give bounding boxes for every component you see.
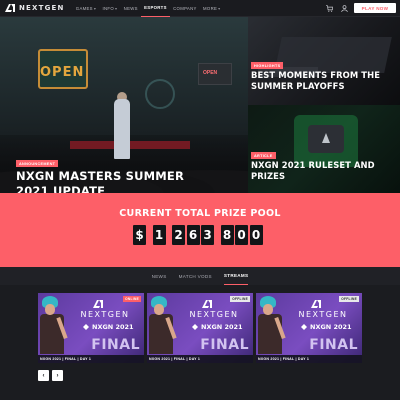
nav-company[interactable]: COMPANY	[170, 0, 200, 17]
nav-company-label: COMPANY	[173, 5, 197, 11]
announcement-tag: ANNOUNCEMENT	[16, 160, 59, 167]
nextgen-logo-icon	[311, 300, 321, 308]
hero-side-article-2[interactable]: ARTICLE NXGN 2021 RULESET AND PRIZES	[248, 105, 400, 193]
top-nav: NEXTGEN GAMES ▾ INFO ▾ NEWS ESPORTS COMPAN…	[0, 0, 400, 17]
tab-match-vods[interactable]: MATCH VODS	[179, 267, 212, 285]
article-tag: ARTICLE	[251, 152, 276, 159]
chevron-down-icon: ▾	[93, 5, 97, 11]
tab-news[interactable]: NEWS	[152, 267, 167, 285]
prize-digit: 0	[235, 225, 248, 245]
status-badge: OFFLINE	[339, 296, 359, 302]
logo-wordmark[interactable]: NEXTGEN	[19, 4, 65, 12]
character-face	[154, 304, 164, 315]
stream-brand: NEXTGEN	[189, 310, 239, 319]
nextgen-logo-icon[interactable]	[5, 4, 15, 12]
hero-main-article[interactable]: OPEN OPEN ANNOUNCEMENT NXGN MASTERS SUMM…	[0, 17, 248, 193]
prize-pool-section: CURRENT TOTAL PRIZE POOL $ 1 2 6 3 8 0 0	[0, 193, 400, 267]
play-now-button[interactable]: PLAY NOW	[354, 3, 396, 13]
stream-card[interactable]: NEXTGEN NXGN 2021 FINAL ONLINE NXGN 2021…	[38, 293, 144, 363]
prize-digit: $	[133, 225, 146, 245]
stream-final-label: FINAL	[309, 337, 358, 353]
chevron-left-icon[interactable]: ‹	[38, 370, 49, 381]
nav-actions: PLAY NOW	[324, 3, 400, 13]
nav-info[interactable]: INFO ▾	[99, 0, 120, 17]
stream-final-label: FINAL	[91, 337, 140, 353]
character-face	[45, 304, 55, 315]
chevron-down-icon: ▾	[114, 5, 118, 11]
hero-main-title[interactable]: NXGN MASTERS SUMMER 2021 UPDATE	[16, 169, 216, 193]
stream-cards: NEXTGEN NXGN 2021 FINAL ONLINE NXGN 2021…	[38, 293, 365, 363]
nextgen-logo-icon	[202, 300, 212, 308]
diamond-icon	[192, 324, 198, 330]
stage-screen-text: OPEN	[203, 70, 218, 76]
nav-news[interactable]: NEWS	[120, 0, 140, 17]
prize-digit: 0	[249, 225, 263, 245]
prize-digit: 1	[152, 225, 166, 245]
stage-ring	[145, 79, 175, 109]
character-face	[263, 304, 273, 315]
prize-pool-counter: $ 1 2 6 3 8 0 0	[133, 225, 264, 245]
nav-games-label: GAMES	[75, 5, 93, 11]
stream-caption: NXGN 2021 | FINAL | DAY 1	[256, 355, 362, 363]
stream-final-label: FINAL	[200, 337, 249, 353]
nextgen-logo-icon	[93, 300, 103, 308]
nav-esports[interactable]: ESPORTS	[140, 0, 170, 17]
prize-digit: 2	[172, 225, 185, 245]
status-badge: OFFLINE	[230, 296, 250, 302]
cart-icon[interactable]	[324, 3, 334, 13]
nav-more[interactable]: MORE ▾	[200, 0, 224, 17]
nav-links: GAMES ▾ INFO ▾ NEWS ESPORTS COMPANY MORE ▾	[73, 0, 224, 17]
diamond-icon	[83, 324, 89, 330]
prize-pool-title: CURRENT TOTAL PRIZE POOL	[119, 208, 281, 219]
prize-digit: 3	[201, 225, 214, 245]
chevron-right-icon[interactable]: ›	[52, 370, 63, 381]
stream-event: NXGN 2021	[192, 323, 243, 331]
presenter-figure	[114, 99, 130, 159]
stream-event-label: NXGN 2021	[92, 323, 134, 331]
stream-brand: NEXTGEN	[80, 310, 130, 319]
stream-caption: NXGN 2021 | FINAL | DAY 1	[38, 355, 144, 363]
stage-led-strip	[70, 141, 190, 149]
stream-brand: NEXTGEN	[298, 310, 348, 319]
status-badge: ONLINE	[123, 296, 141, 302]
nav-more-label: MORE	[203, 5, 218, 11]
nav-esports-label: ESPORTS	[144, 5, 167, 10]
diamond-icon	[301, 324, 307, 330]
prize-digit: 8	[220, 225, 234, 245]
stream-event-label: NXGN 2021	[310, 323, 352, 331]
user-icon[interactable]	[339, 3, 349, 13]
stream-caption: NXGN 2021 | FINAL | DAY 1	[147, 355, 253, 363]
tab-streams[interactable]: STREAMS	[223, 267, 249, 285]
stream-card[interactable]: NEXTGEN NXGN 2021 FINAL OFFLINE NXGN 202…	[147, 293, 253, 363]
content-tabs: NEWS MATCH VODS STREAMS	[0, 267, 400, 285]
hero-side-title-1[interactable]: BEST MOMENTS FROM THE SUMMER PLAYOFFS	[251, 70, 399, 92]
nav-games[interactable]: GAMES ▾	[73, 0, 100, 17]
chevron-down-icon: ▾	[218, 5, 221, 11]
stream-event: NXGN 2021	[301, 323, 352, 331]
nav-info-label: INFO	[102, 5, 114, 11]
hero-side-article-1[interactable]: HIGHLIGHTS BEST MOMENTS FROM THE SUMMER …	[248, 17, 400, 105]
carousel-controls: ‹ ›	[38, 370, 66, 381]
banner-text: OPEN	[40, 65, 85, 80]
stream-event-label: NXGN 2021	[201, 323, 243, 331]
stream-event: NXGN 2021	[83, 323, 134, 331]
stream-card[interactable]: NEXTGEN NXGN 2021 FINAL OFFLINE NXGN 202…	[256, 293, 362, 363]
hero-side-title-2[interactable]: NXGN 2021 RULESET AND PRIZES	[251, 160, 399, 182]
nav-news-label: NEWS	[123, 5, 138, 11]
prize-digit: 6	[186, 225, 200, 245]
highlights-tag: HIGHLIGHTS	[251, 62, 284, 69]
